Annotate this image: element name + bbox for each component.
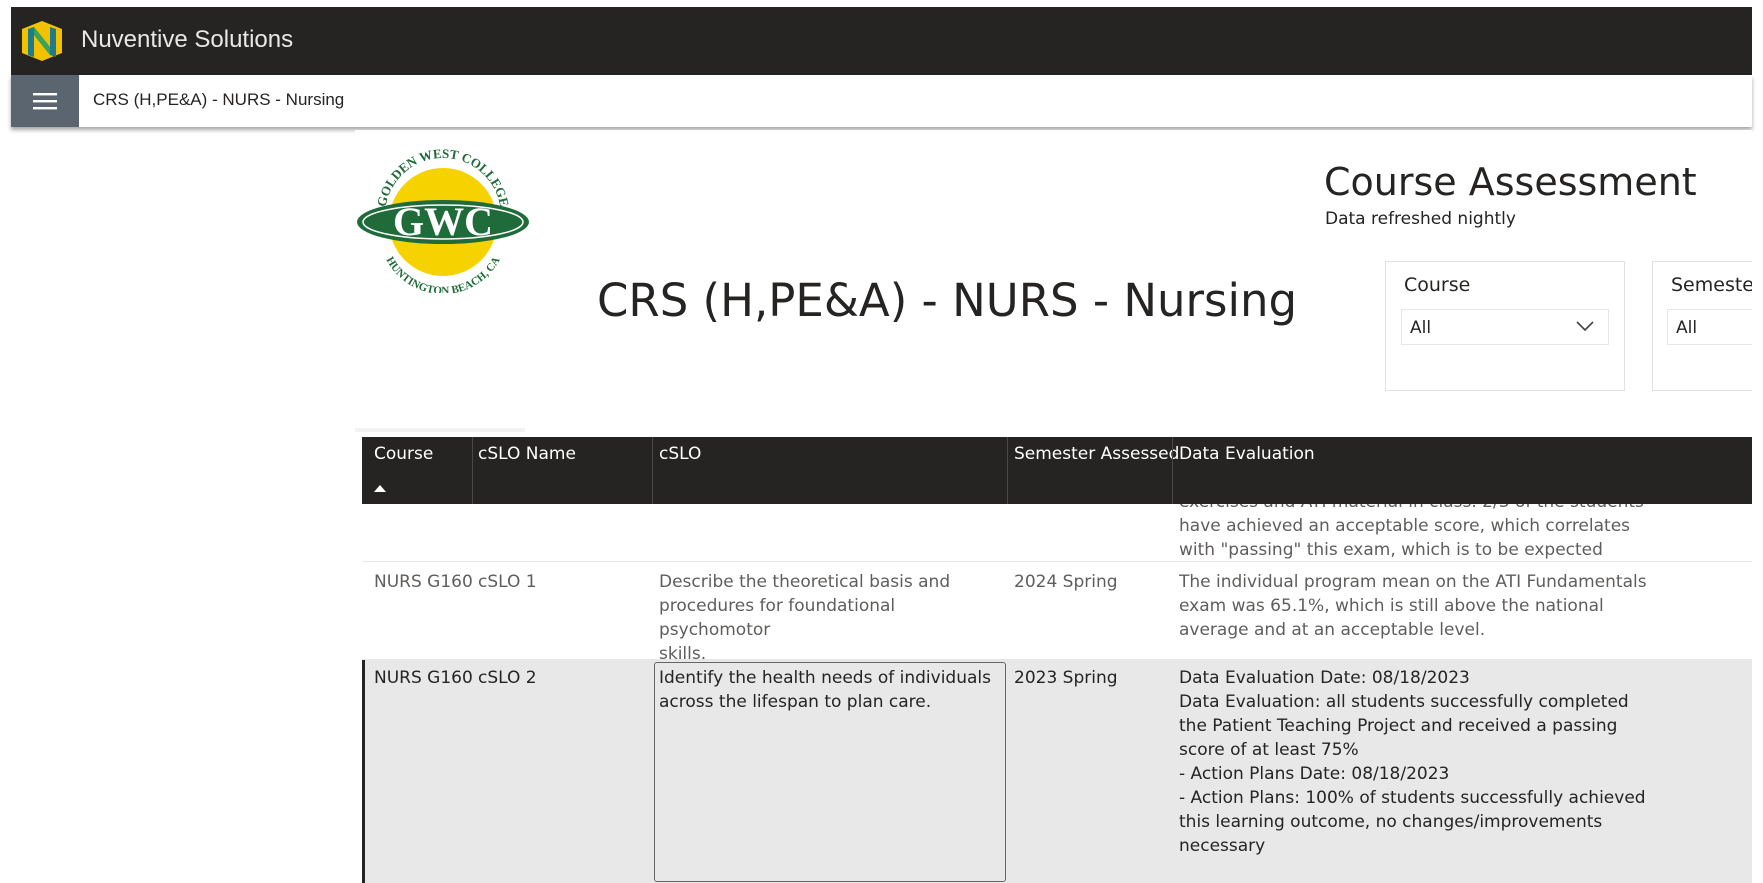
table-row[interactable]: NURS G160 cSLO 1 Describe the theoretica… (362, 564, 1752, 664)
nav-bar: CRS (H,PE&A) - NURS - Nursing (11, 75, 1752, 127)
table-row[interactable]: exercises and ATI material in class. 2/3… (362, 504, 1752, 562)
semester-dropdown-value: All (1676, 318, 1698, 338)
cell-data-evaluation: exercises and ATI material in class. 2/3… (1179, 504, 1644, 560)
breadcrumb: CRS (H,PE&A) - NURS - Nursing (93, 90, 345, 109)
semester-dropdown[interactable]: All (1667, 309, 1752, 345)
row-selection-indicator (362, 660, 365, 883)
college-logo: GWC GOLDEN WEST COLLEGE HUNTINGTON BEACH… (357, 146, 529, 293)
app-name: Nuventive Solutions (81, 26, 294, 53)
column-header-course[interactable]: Course (374, 444, 433, 464)
column-divider[interactable] (1172, 437, 1173, 504)
column-divider[interactable] (1007, 437, 1008, 504)
cell-data-evaluation: The individual program mean on the ATI F… (1179, 572, 1647, 640)
sort-ascending-icon[interactable] (374, 485, 386, 492)
hamburger-menu-button[interactable] (11, 75, 79, 127)
report-canvas: GWC GOLDEN WEST COLLEGE HUNTINGTON BEACH… (355, 130, 1752, 883)
course-dropdown[interactable]: All (1401, 309, 1609, 345)
page-title: CRS (H,PE&A) - NURS - Nursing (597, 274, 1298, 327)
cell-cslo[interactable]: Identify the health needs of individuals… (659, 666, 999, 714)
cell-semester: 2023 Spring (1014, 668, 1118, 688)
cell-cslo: Describe the theoretical basis and proce… (659, 572, 951, 664)
column-header-semester[interactable]: Semester Assessed (1014, 444, 1179, 464)
table-row-selected[interactable]: NURS G160 cSLO 2 Identify the health nee… (362, 660, 1752, 883)
cell-data-evaluation: Data Evaluation Date: 08/18/2023 Data Ev… (1179, 668, 1646, 856)
report-subtitle: Data refreshed nightly (1325, 209, 1516, 229)
cell-semester: 2024 Spring (1014, 572, 1118, 592)
column-header-cslo-name[interactable]: cSLO Name (478, 444, 576, 464)
table-header: Course cSLO Name cSLO Semester Assessed … (362, 437, 1752, 504)
column-header-cslo[interactable]: cSLO (659, 444, 701, 464)
cell-cslo-name: cSLO 2 (478, 668, 537, 688)
semester-slicer-label: Semester (1671, 274, 1752, 296)
table-body: exercises and ATI material in class. 2/3… (362, 504, 1752, 883)
column-divider[interactable] (472, 437, 473, 504)
course-slicer-label: Course (1404, 274, 1471, 296)
app-header: Nuventive Solutions (11, 7, 1752, 75)
report-title: Course Assessment (1324, 160, 1697, 204)
hamburger-menu-icon (33, 93, 57, 110)
cell-course: NURS G160 (374, 668, 473, 688)
visual-header-bar (355, 428, 525, 432)
semester-slicer: Semester All (1652, 261, 1752, 391)
logo-monogram: GWC (393, 199, 493, 244)
cell-cslo-name: cSLO 1 (478, 572, 537, 592)
nuventive-logo-icon[interactable] (20, 19, 64, 63)
column-header-data-evaluation[interactable]: Data Evaluation (1179, 444, 1315, 464)
column-divider[interactable] (652, 437, 653, 504)
course-dropdown-value: All (1410, 318, 1432, 338)
assessment-table: Course cSLO Name cSLO Semester Assessed … (362, 437, 1752, 883)
chevron-down-icon (1576, 321, 1594, 332)
cell-course: NURS G160 (374, 572, 473, 592)
course-slicer: Course All (1385, 261, 1625, 391)
